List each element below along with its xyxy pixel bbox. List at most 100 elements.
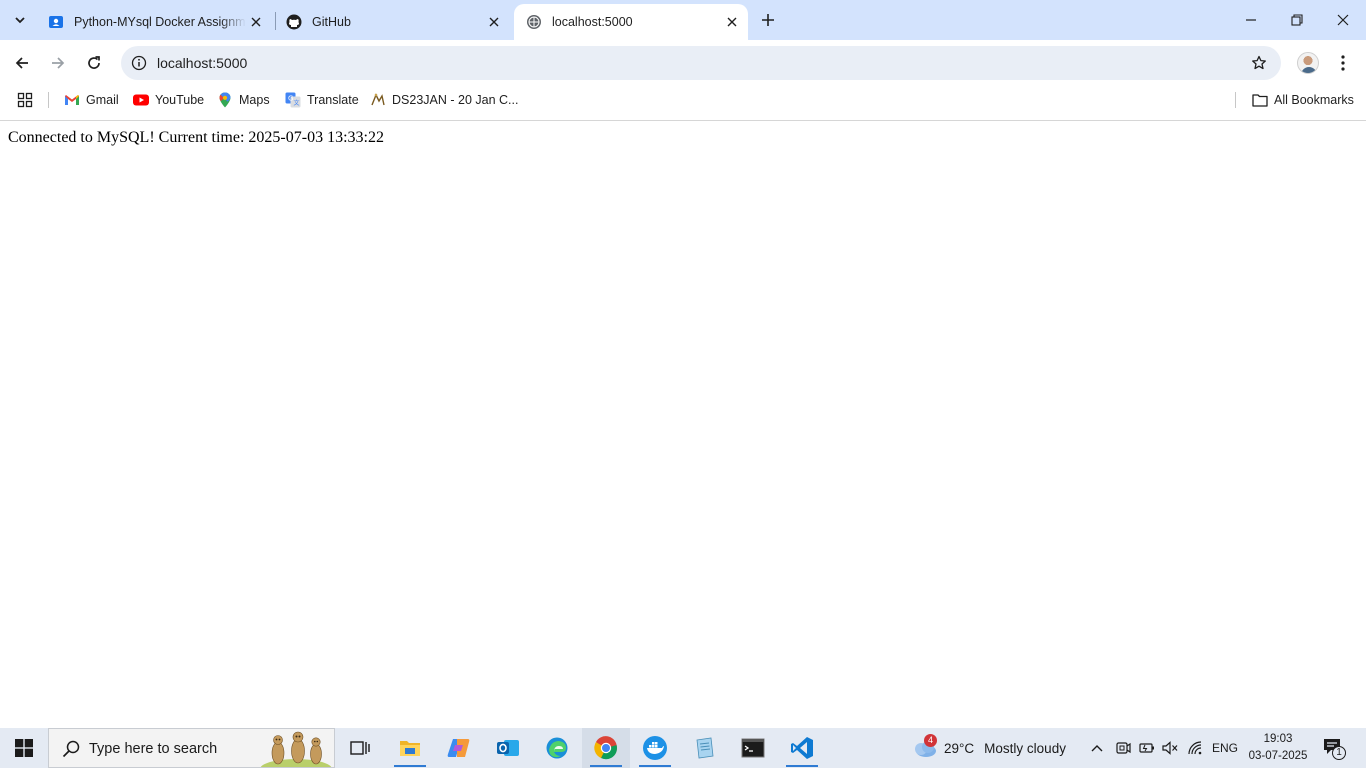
notepad-button[interactable] <box>680 728 728 768</box>
outlook-button[interactable] <box>484 728 532 768</box>
browser-menu-button[interactable] <box>1332 52 1354 74</box>
chrome-icon <box>594 736 617 760</box>
notification-count-badge: 1 <box>1332 746 1346 760</box>
status-message: Connected to MySQL! Current time: 2025-0… <box>8 129 384 146</box>
meet-now-button[interactable] <box>1115 728 1131 768</box>
clock[interactable]: 19:03 03-07-2025 <box>1242 731 1314 765</box>
profile-avatar[interactable] <box>1297 52 1319 74</box>
bookmark-youtube[interactable]: YouTube <box>133 90 204 110</box>
tab-github[interactable]: GitHub <box>274 4 510 40</box>
start-button[interactable] <box>0 728 48 768</box>
language-indicator[interactable]: ENG <box>1212 728 1238 768</box>
tab-classroom[interactable]: Python-MYsql Docker Assignme <box>36 4 272 40</box>
apps-button[interactable] <box>17 90 39 110</box>
notepad-icon <box>696 737 714 759</box>
show-hidden-icons-button[interactable] <box>1090 728 1104 768</box>
edge-icon <box>546 737 568 759</box>
weather-temperature: 29°C <box>944 740 975 756</box>
tab-search-button[interactable] <box>6 7 34 33</box>
reload-button[interactable] <box>79 48 109 78</box>
file-explorer-icon <box>400 741 420 756</box>
file-explorer-button[interactable] <box>386 728 434 768</box>
running-indicator <box>590 765 622 767</box>
task-view-button[interactable] <box>336 728 384 768</box>
restore-button[interactable] <box>1274 0 1320 40</box>
all-bookmarks-button[interactable]: All Bookmarks <box>1252 90 1354 110</box>
notification-center-button[interactable]: 1 <box>1322 736 1346 760</box>
close-icon[interactable] <box>484 12 504 32</box>
bookmark-label: YouTube <box>155 93 205 107</box>
site-info-icon[interactable] <box>129 53 149 73</box>
docker-icon <box>643 736 667 760</box>
weather-widget[interactable]: 4 29°C Mostly cloudy <box>910 728 1066 768</box>
maps-icon <box>217 92 233 108</box>
bookmark-gmail[interactable]: Gmail <box>64 90 119 110</box>
language-label: ENG <box>1212 741 1239 755</box>
youtube-icon <box>133 92 149 108</box>
bookmark-star-icon[interactable] <box>1249 53 1269 73</box>
tab-title: Python-MYsql Docker Assignme <box>74 15 246 29</box>
gmail-icon <box>64 92 80 108</box>
vscode-button[interactable] <box>778 728 826 768</box>
plus-icon <box>762 14 774 26</box>
bookmark-maps[interactable]: Maps <box>217 90 270 110</box>
bookmark-label: DS23JAN - 20 Jan C... <box>392 93 519 107</box>
search-icon <box>62 740 80 758</box>
new-tab-button[interactable] <box>756 8 780 32</box>
bookmarks-separator <box>48 92 49 108</box>
clock-date: 03-07-2025 <box>1248 750 1308 762</box>
bookmark-label: Gmail <box>86 93 119 107</box>
copilot-button[interactable] <box>435 728 483 768</box>
running-indicator <box>786 765 818 767</box>
camera-icon <box>1116 742 1131 754</box>
tab-strip: Python-MYsql Docker Assignme GitHub loca… <box>0 0 1366 40</box>
browser-toolbar: localhost:5000 <box>0 40 1366 86</box>
terminal-button[interactable] <box>729 728 777 768</box>
page-content: Connected to MySQL! Current time: 2025-0… <box>0 121 1366 728</box>
terminal-icon <box>741 738 765 758</box>
volume-button[interactable] <box>1161 728 1179 768</box>
svg-text:文: 文 <box>294 99 300 107</box>
all-bookmarks-label: All Bookmarks <box>1274 93 1354 107</box>
bookmark-ds23jan[interactable]: DS23JAN - 20 Jan C... <box>370 90 518 110</box>
clock-time: 19:03 <box>1263 733 1293 745</box>
close-icon <box>1337 14 1349 26</box>
translate-icon: G文 <box>285 92 301 108</box>
weather-alert-badge: 4 <box>924 734 937 747</box>
restore-icon <box>1291 14 1303 26</box>
weather-condition: Mostly cloudy <box>984 740 1066 756</box>
copilot-icon <box>447 739 470 757</box>
bookmark-translate[interactable]: G文 Translate <box>285 90 359 110</box>
close-window-button[interactable] <box>1320 0 1366 40</box>
running-indicator <box>394 765 426 767</box>
close-icon[interactable] <box>246 12 266 32</box>
search-placeholder: Type here to search <box>89 741 218 757</box>
apps-grid-icon <box>17 92 33 108</box>
search-highlight-illustration <box>260 731 332 767</box>
chrome-button[interactable] <box>582 728 630 768</box>
forward-arrow-icon <box>52 57 65 69</box>
battery-button[interactable] <box>1138 728 1156 768</box>
edge-button[interactable] <box>533 728 581 768</box>
address-bar[interactable]: localhost:5000 <box>121 46 1281 80</box>
tab-localhost[interactable]: localhost:5000 <box>514 4 748 40</box>
back-button[interactable] <box>7 48 37 78</box>
minimize-button[interactable] <box>1228 0 1274 40</box>
task-view-icon <box>350 741 370 755</box>
tab-title: GitHub <box>312 15 351 29</box>
tab-title: localhost:5000 <box>552 15 633 29</box>
bookmark-label: Maps <box>239 93 270 107</box>
forward-button[interactable] <box>43 48 73 78</box>
volume-muted-icon <box>1162 741 1178 755</box>
bookmark-site-icon <box>370 92 386 108</box>
docker-button[interactable] <box>631 728 679 768</box>
chevron-down-icon <box>15 17 25 24</box>
more-vert-icon <box>1341 55 1345 71</box>
close-icon[interactable] <box>722 12 742 32</box>
power-plug-icon <box>1139 743 1154 753</box>
url-text[interactable]: localhost:5000 <box>157 55 247 71</box>
windows-icon <box>15 739 33 757</box>
chevron-up-icon <box>1091 745 1103 752</box>
network-button[interactable] <box>1187 728 1205 768</box>
wifi-icon <box>1188 741 1202 755</box>
